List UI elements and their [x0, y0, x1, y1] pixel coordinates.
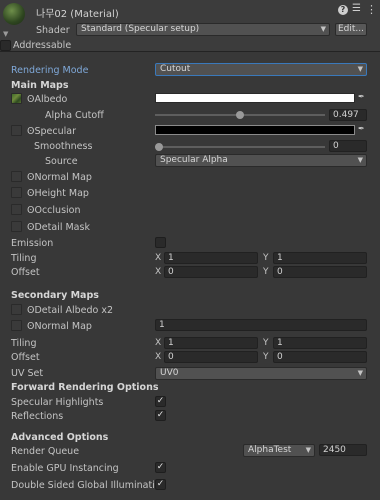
secondary-offset-y-field[interactable]: 0 [273, 351, 367, 363]
tiling-label: Tiling [11, 253, 37, 264]
chevron-down-icon: ▼ [357, 156, 363, 164]
detail-mask-label: ʘDetail Mask [27, 222, 90, 233]
detail-normal-scale-field[interactable]: 1 [155, 319, 367, 331]
source-label: Source [45, 156, 78, 167]
normal-map-texture-slot[interactable] [11, 171, 22, 182]
smoothness-label: Smoothness [34, 141, 93, 152]
emission-label: Emission [11, 238, 54, 249]
chevron-down-icon: ▼ [305, 446, 311, 454]
gpu-instancing-label: Enable GPU Instancing [11, 463, 119, 474]
gpu-instancing-checkbox[interactable]: ✓ [155, 462, 166, 473]
forward-rendering-heading: Forward Rendering Options [11, 382, 159, 393]
render-queue-label: Render Queue [11, 446, 80, 457]
alpha-cutoff-slider-knob[interactable] [235, 111, 244, 119]
albedo-color-swatch[interactable] [155, 93, 355, 103]
advanced-options-heading: Advanced Options [11, 432, 109, 443]
chevron-down-icon: ▼ [320, 25, 326, 33]
uv-set-label: UV Set [11, 368, 44, 379]
kebab-menu-icon[interactable]: ⋮ [366, 3, 377, 16]
normal-map-label: ʘNormal Map [27, 172, 92, 183]
smoothness-slider-knob[interactable] [155, 143, 163, 151]
uv-set-value: UV0 [160, 368, 179, 378]
smoothness-field[interactable]: 0 [329, 140, 367, 152]
detail-normal-map-texture-slot[interactable] [11, 320, 22, 331]
shader-value: Standard (Specular setup) [81, 24, 200, 34]
secondary-offset-y-label: Y [263, 352, 269, 362]
tiling-x-label: X [155, 253, 162, 263]
specular-highlights-label: Specular Highlights [11, 397, 104, 408]
material-header: 나무02 (Material) ? ☰ ⋮ Shader Standard (S… [0, 0, 380, 52]
source-value: Specular Alpha [160, 155, 228, 165]
specular-color-swatch[interactable] [155, 125, 355, 135]
height-map-texture-slot[interactable] [11, 187, 22, 198]
material-title: 나무02 (Material) [36, 9, 119, 20]
reflections-label: Reflections [11, 411, 64, 422]
secondary-tiling-label: Tiling [11, 338, 37, 349]
tiling-y-field[interactable]: 1 [273, 252, 367, 264]
secondary-offset-label: Offset [11, 352, 40, 363]
render-queue-mode: AlphaTest [248, 445, 292, 455]
double-sided-gi-label: Double Sided Global Illumination [11, 480, 167, 491]
specular-label: ʘSpecular [27, 126, 77, 137]
rendering-mode-label: Rendering Mode [11, 65, 89, 76]
rendering-mode-value: Cutout [160, 64, 191, 74]
secondary-maps-heading: Secondary Maps [11, 290, 99, 301]
shader-label: Shader [36, 25, 70, 36]
alpha-cutoff-field[interactable]: 0.497 [329, 109, 367, 121]
rendering-mode-dropdown[interactable]: Cutout ▼ [155, 63, 367, 76]
detail-mask-texture-slot[interactable] [11, 221, 22, 232]
specular-highlights-checkbox[interactable]: ✓ [155, 396, 166, 407]
albedo-label: ʘAlbedo [27, 94, 68, 105]
specular-texture-slot[interactable] [11, 125, 22, 136]
offset-label: Offset [11, 267, 40, 278]
offset-x-field[interactable]: 0 [164, 266, 258, 278]
eyedropper-icon[interactable]: ✒ [358, 124, 365, 133]
offset-y-field[interactable]: 0 [273, 266, 367, 278]
main-maps-heading: Main Maps [11, 80, 69, 91]
render-queue-dropdown[interactable]: AlphaTest ▼ [243, 444, 315, 457]
secondary-tiling-y-field[interactable]: 1 [273, 337, 367, 349]
chevron-down-icon: ▼ [357, 65, 363, 73]
detail-albedo-texture-slot[interactable] [11, 304, 22, 315]
addressable-checkbox[interactable] [0, 40, 11, 51]
detail-albedo-label: ʘDetail Albedo x2 [27, 305, 114, 316]
edit-shader-button[interactable]: Edit... [335, 23, 367, 36]
chevron-down-icon: ▼ [357, 369, 363, 377]
double-sided-gi-checkbox[interactable]: ✓ [155, 479, 166, 490]
offset-y-label: Y [263, 267, 269, 277]
tiling-y-label: Y [263, 253, 269, 263]
addressable-label: Addressable [13, 40, 72, 51]
uv-set-dropdown[interactable]: UV0 ▼ [155, 367, 367, 380]
smoothness-source-dropdown[interactable]: Specular Alpha ▼ [155, 154, 367, 167]
help-icon[interactable]: ? [338, 5, 348, 15]
occlusion-label: ʘOcclusion [27, 205, 81, 216]
material-preview-icon[interactable] [3, 3, 25, 25]
secondary-offset-x-label: X [155, 352, 162, 362]
secondary-tiling-x-label: X [155, 338, 162, 348]
height-map-label: ʘHeight Map [27, 188, 89, 199]
occlusion-texture-slot[interactable] [11, 204, 22, 215]
eyedropper-icon[interactable]: ✒ [358, 92, 365, 101]
secondary-tiling-y-label: Y [263, 338, 269, 348]
reflections-checkbox[interactable]: ✓ [155, 410, 166, 421]
shader-dropdown[interactable]: Standard (Specular setup) ▼ [76, 23, 330, 36]
smoothness-slider[interactable] [155, 146, 325, 148]
sliders-icon[interactable]: ☰ [352, 3, 361, 14]
render-queue-field[interactable]: 2450 [319, 444, 367, 456]
alpha-cutoff-label: Alpha Cutoff [45, 110, 104, 121]
emission-checkbox[interactable] [155, 237, 166, 248]
offset-x-label: X [155, 267, 162, 277]
albedo-texture-slot[interactable] [11, 93, 22, 104]
secondary-offset-x-field[interactable]: 0 [164, 351, 258, 363]
foldout-arrow-icon[interactable]: ▼ [3, 30, 8, 38]
detail-normal-map-label: ʘNormal Map [27, 321, 92, 332]
tiling-x-field[interactable]: 1 [164, 252, 258, 264]
secondary-tiling-x-field[interactable]: 1 [164, 337, 258, 349]
